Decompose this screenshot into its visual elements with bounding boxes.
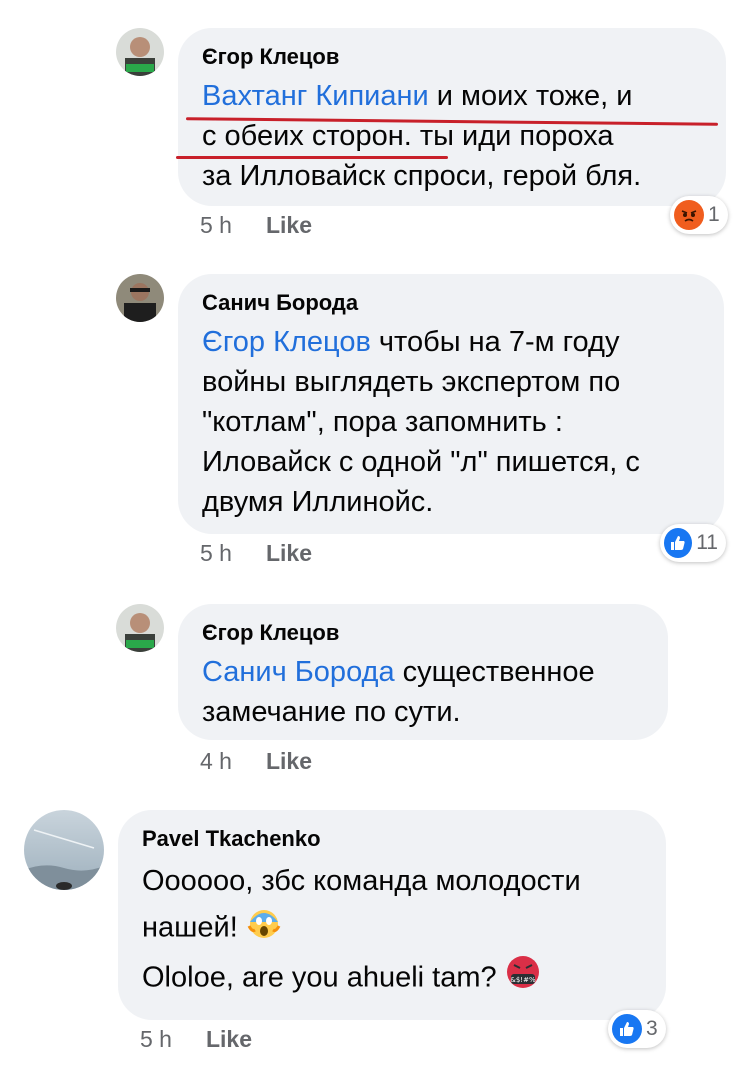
reaction-number: 1 — [708, 203, 720, 226]
screaming-face-emoji — [246, 904, 282, 954]
reaction-count[interactable]: 1 — [670, 196, 728, 234]
comment-bubble: Pavel Tkachenko Оооооо, збс команда моло… — [118, 810, 666, 1020]
comment-time[interactable]: 5 h — [200, 540, 232, 566]
like-button[interactable]: Like — [266, 748, 312, 774]
comment-time[interactable]: 4 h — [200, 748, 232, 774]
angry-icon — [674, 200, 704, 230]
reaction-count[interactable]: 3 — [608, 1010, 666, 1048]
avatar[interactable] — [116, 274, 164, 322]
like-button[interactable]: Like — [266, 540, 312, 566]
comment-author[interactable]: Pavel Tkachenko — [142, 826, 642, 852]
comment-text: Вахтанг Кипиани и моих тоже, и с обеих с… — [202, 80, 642, 192]
mention-link[interactable]: Єгор Клецов — [202, 326, 371, 358]
like-button[interactable]: Like — [206, 1026, 252, 1052]
reaction-count[interactable]: 11 — [660, 524, 726, 562]
comment-text: Санич Борода существенное замечание по с… — [202, 656, 595, 728]
comment-text: Оооооо, збс команда молодости нашей! Olo… — [142, 858, 642, 1004]
comment-time[interactable]: 5 h — [200, 212, 232, 238]
swearing-face-emoji: &$!#% — [505, 954, 541, 1004]
comment-time[interactable]: 5 h — [140, 1026, 172, 1052]
comment-author[interactable]: Єгор Клецов — [202, 620, 644, 646]
avatar[interactable] — [24, 810, 104, 890]
like-icon — [664, 528, 693, 558]
comment-meta: 5 h Like — [200, 540, 312, 567]
avatar[interactable] — [116, 604, 164, 652]
like-icon — [612, 1014, 642, 1044]
reaction-number: 11 — [696, 531, 718, 554]
comment-text: Єгор Клецов чтобы на 7-м году войны выгл… — [202, 326, 640, 518]
comment-meta: 5 h Like — [140, 1026, 252, 1053]
comment-author[interactable]: Єгор Клецов — [202, 44, 702, 70]
mention-link[interactable]: Санич Борода — [202, 656, 395, 688]
avatar[interactable] — [116, 28, 164, 76]
comment-author[interactable]: Санич Борода — [202, 290, 700, 316]
comment-bubble: Єгор Клецов Санич Борода существенное за… — [178, 604, 668, 740]
mention-link[interactable]: Вахтанг Кипиани — [202, 80, 429, 112]
like-button[interactable]: Like — [266, 212, 312, 238]
reaction-number: 3 — [646, 1017, 658, 1040]
svg-text:&$!#%: &$!#% — [510, 976, 536, 984]
comment-bubble: Санич Борода Єгор Клецов чтобы на 7-м го… — [178, 274, 724, 534]
comment-meta: 4 h Like — [200, 748, 312, 775]
annotation-underline — [176, 156, 448, 159]
comment-meta: 5 h Like — [200, 212, 312, 239]
